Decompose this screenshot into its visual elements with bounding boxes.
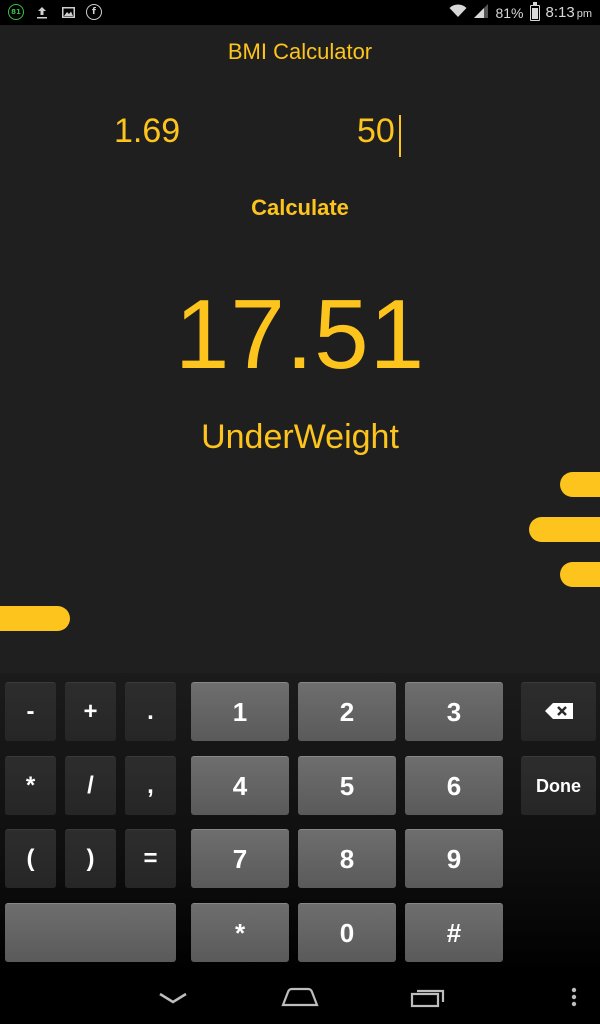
key-minus[interactable]: - — [5, 682, 56, 741]
key-equals[interactable]: = — [125, 829, 176, 888]
key-period[interactable]: . — [125, 682, 176, 741]
key-slash[interactable]: / — [65, 756, 116, 815]
done-key[interactable]: Done — [521, 756, 596, 815]
more-vertical-icon — [571, 987, 577, 1011]
system-status: 81% 8:13 pm — [449, 1, 592, 22]
key-hash[interactable]: # — [405, 903, 503, 962]
app-title: BMI Calculator — [227, 39, 373, 64]
decorative-bar — [529, 517, 600, 542]
backspace-key[interactable] — [521, 682, 596, 741]
overflow-menu-button[interactable] — [544, 982, 600, 1016]
key-3[interactable]: 3 — [405, 682, 503, 741]
clock: 8:13 pm — [546, 4, 592, 21]
key-1[interactable]: 1 — [191, 682, 289, 741]
bmi-result-value: 17.51 — [174, 279, 426, 389]
upload-icon — [34, 4, 50, 20]
home-icon — [281, 987, 319, 1011]
bmi-result-category: UnderWeight — [201, 418, 399, 456]
decorative-bar — [560, 562, 600, 587]
status-bar: 81 f 81% 8:13 pm — [0, 0, 600, 25]
signal-icon — [473, 3, 489, 22]
key-2[interactable]: 2 — [298, 682, 396, 741]
key-plus[interactable]: + — [65, 682, 116, 741]
space-key[interactable] — [5, 903, 176, 962]
key-9[interactable]: 9 — [405, 829, 503, 888]
decorative-bar — [0, 606, 70, 631]
wifi-icon — [449, 4, 467, 21]
recent-apps-button[interactable] — [398, 982, 458, 1016]
key-star[interactable]: * — [191, 903, 289, 962]
app-81-icon: 81 — [8, 4, 24, 20]
battery-icon — [529, 1, 540, 21]
notification-icons: 81 f — [8, 4, 102, 20]
key-0[interactable]: 0 — [298, 903, 396, 962]
image-icon — [60, 4, 76, 20]
weight-input[interactable]: 50 — [357, 112, 507, 162]
recent-apps-icon — [410, 986, 446, 1012]
key-left-paren[interactable]: ( — [5, 829, 56, 888]
key-asterisk[interactable]: * — [5, 756, 56, 815]
key-4[interactable]: 4 — [191, 756, 289, 815]
height-input[interactable]: 1.69 — [114, 112, 264, 162]
key-6[interactable]: 6 — [405, 756, 503, 815]
calculate-button[interactable]: Calculate — [200, 195, 400, 231]
back-button[interactable] — [143, 982, 203, 1016]
decorative-bar — [560, 472, 600, 497]
battery-percent: 81% — [495, 4, 524, 21]
chevron-down-icon — [158, 990, 188, 1009]
backspace-icon — [544, 698, 573, 726]
text-cursor — [399, 115, 401, 157]
clock-ampm: pm — [576, 8, 592, 20]
key-7[interactable]: 7 — [191, 829, 289, 888]
numeric-keyboard: - + . 1 2 3 * / , 4 5 6 Done ( ) = 7 8 9… — [0, 673, 600, 974]
clock-time: 8:13 — [545, 4, 575, 21]
facebook-icon: f — [86, 4, 102, 20]
navigation-bar — [0, 974, 600, 1024]
key-comma[interactable]: , — [125, 756, 176, 815]
key-8[interactable]: 8 — [298, 829, 396, 888]
home-button[interactable] — [270, 982, 330, 1016]
key-right-paren[interactable]: ) — [65, 829, 116, 888]
key-5[interactable]: 5 — [298, 756, 396, 815]
